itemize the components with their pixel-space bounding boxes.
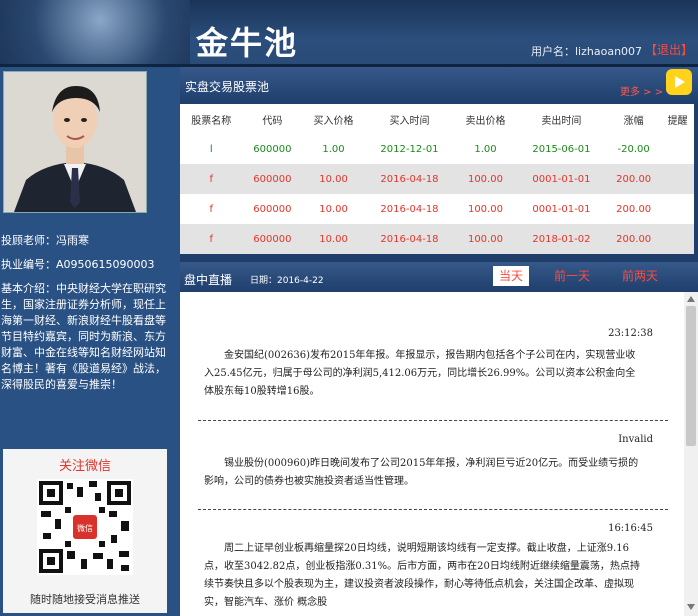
stock-pool-header: 实盘交易股票池 更多 > > xyxy=(180,67,698,103)
play-icon[interactable] xyxy=(666,69,692,95)
table-row: f 600000 10.00 2016-04-18 100.00 0001-01… xyxy=(180,194,694,224)
scrollbar-thumb[interactable] xyxy=(686,306,696,446)
table-row: f 600000 10.00 2016-04-18 100.00 2018-01… xyxy=(180,224,694,254)
cell-sell-price: 1.00 xyxy=(454,134,517,164)
cell-sell-price: 100.00 xyxy=(454,194,517,224)
message-text: 金安国纪(002636)发布2015年年报。年报显示，报告期内包括各个子公司在内… xyxy=(204,350,636,397)
column-header: 卖出时间 xyxy=(516,104,607,134)
advisor-sidebar: 投顾老师：冯雨寒 执业编号：A0950615090003 基本介绍：中央财经大学… xyxy=(0,67,180,616)
cell-code: 600000 xyxy=(242,194,303,224)
tab-two-days-ago[interactable]: 前两天 xyxy=(622,266,658,286)
tab-today[interactable]: 当天 xyxy=(493,266,530,286)
wechat-title: 关注微信 xyxy=(58,459,111,474)
table-header-row: 股票名称 代码 买入价格 买入时间 卖出价格 卖出时间 涨幅 提醒 xyxy=(180,104,694,134)
cell-stock-name[interactable]: l xyxy=(180,134,243,164)
logout-link[interactable]: 【退出】 xyxy=(645,41,693,58)
cell-sell-price: 100.00 xyxy=(454,164,517,194)
stock-pool-more-link[interactable]: 更多 > > xyxy=(620,83,663,98)
column-header: 涨幅 xyxy=(606,104,662,134)
cell-stock-name[interactable]: f xyxy=(180,224,243,254)
column-header: 股票名称 xyxy=(180,104,243,134)
column-header: 卖出价格 xyxy=(454,104,517,134)
header-banner-image xyxy=(0,0,190,66)
qr-logo-text: 微信 xyxy=(77,523,93,533)
cell-code: 600000 xyxy=(242,134,303,164)
column-header: 提醒 xyxy=(661,104,694,134)
table-row: l 600000 1.00 2012-12-01 1.00 2015-06-01… xyxy=(180,134,694,164)
scroll-up-icon[interactable] xyxy=(687,296,695,302)
live-title: 盘中直播 xyxy=(184,273,233,287)
cell-sell-price: 100.00 xyxy=(454,224,517,254)
cell-code: 600000 xyxy=(242,224,303,254)
advisor-photo xyxy=(3,71,147,213)
cell-sell-time: 2018-01-02 xyxy=(516,224,607,254)
cell-change: 200.00 xyxy=(606,194,662,224)
cell-sell-time: 2015-06-01 xyxy=(516,134,607,164)
message-text: 锡业股份(000960)昨日晚间发布了公司2015年年报，净利润巨亏近20亿元。… xyxy=(204,458,639,487)
message-text: 周二上证早创业板再缩量探20日均线，说明短期该均线有一定支撑。截止收盘，上证涨9… xyxy=(204,543,640,608)
message-time: 16:16:45 xyxy=(608,523,653,534)
message-time: 23:12:38 xyxy=(608,328,653,339)
cell-buy-price: 10.00 xyxy=(302,224,365,254)
cell-reminder xyxy=(661,194,694,224)
cell-change: 200.00 xyxy=(606,224,662,254)
wechat-qr-code: 微信 xyxy=(37,479,133,575)
advisor-license: 执业编号：A0950615090003 xyxy=(1,258,155,271)
advisor-intro: 基本介绍：中央财经大学在职研究生，国家注册证券分析师，现任上海第一财经、新浪财经… xyxy=(1,282,166,391)
username-label: 用户名：lizhaoan007 xyxy=(531,45,643,58)
cell-stock-name[interactable]: f xyxy=(180,194,243,224)
tab-previous-day[interactable]: 前一天 xyxy=(554,266,590,286)
cell-buy-price: 10.00 xyxy=(302,164,365,194)
cell-sell-time: 0001-01-01 xyxy=(516,164,607,194)
cell-stock-name[interactable]: f xyxy=(180,164,243,194)
cell-reminder xyxy=(661,134,694,164)
cell-change: -20.00 xyxy=(606,134,662,164)
top-header: 金牛池 用户名：lizhaoan007 【退出】 xyxy=(0,0,698,67)
wechat-note: 随时随地接受消息推送 xyxy=(30,593,140,606)
message-time: Invalid xyxy=(618,434,653,445)
cell-buy-time: 2016-04-18 xyxy=(364,194,455,224)
cell-change: 200.00 xyxy=(606,164,662,194)
cell-buy-time: 2012-12-01 xyxy=(364,134,455,164)
live-header: 盘中直播 日期：2016-4-22 当天 前一天 前两天 xyxy=(180,262,698,292)
column-header: 买入时间 xyxy=(364,104,455,134)
cell-sell-time: 0001-01-01 xyxy=(516,194,607,224)
message-divider xyxy=(198,509,668,510)
cell-reminder xyxy=(661,224,694,254)
table-row: f 600000 10.00 2016-04-18 100.00 0001-01… xyxy=(180,164,694,194)
cell-code: 600000 xyxy=(242,164,303,194)
column-header: 代码 xyxy=(242,104,303,134)
advisor-name: 投顾老师：冯雨寒 xyxy=(1,234,89,247)
live-message-feed[interactable]: 23:12:38 金安国纪(002636)发布2015年年报。年报显示，报告期内… xyxy=(180,292,684,616)
cell-reminder xyxy=(661,164,694,194)
message-divider xyxy=(198,420,668,421)
cell-buy-price: 10.00 xyxy=(302,194,365,224)
live-date: 日期：2016-4-22 xyxy=(250,276,324,286)
wechat-follow-box: 关注微信 微信 随时随地接受消息推送 xyxy=(3,449,167,613)
stock-pool-table: 股票名称 代码 买入价格 买入时间 卖出价格 卖出时间 涨幅 提醒 l 6000… xyxy=(180,104,694,254)
scroll-down-icon[interactable] xyxy=(687,604,695,610)
cell-buy-price: 1.00 xyxy=(302,134,365,164)
column-header: 买入价格 xyxy=(302,104,365,134)
cell-buy-time: 2016-04-18 xyxy=(364,224,455,254)
cell-buy-time: 2016-04-18 xyxy=(364,164,455,194)
stock-pool-title: 实盘交易股票池 xyxy=(185,80,270,94)
feed-scrollbar[interactable] xyxy=(684,292,698,616)
site-title: 金牛池 xyxy=(196,24,299,62)
